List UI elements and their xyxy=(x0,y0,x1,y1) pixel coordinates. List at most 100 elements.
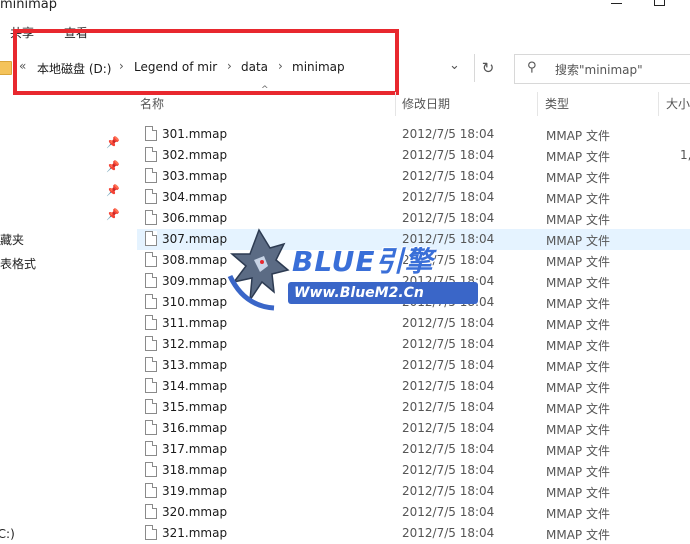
file-type: MMAP 文件 xyxy=(546,507,610,521)
file-row[interactable]: 311.mmap 2012/7/5 18:04 MMAP 文件 xyxy=(137,313,690,334)
file-icon xyxy=(145,294,157,309)
file-row[interactable]: 319.mmap 2012/7/5 18:04 MMAP 文件 xyxy=(137,481,690,502)
file-name: 314.mmap xyxy=(162,379,228,393)
file-type: MMAP 文件 xyxy=(546,129,610,143)
file-type: MMAP 文件 xyxy=(546,255,610,269)
file-date: 2012/7/5 18:04 xyxy=(402,379,495,393)
file-icon xyxy=(145,315,157,330)
file-date: 2012/7/5 18:04 xyxy=(402,484,495,498)
file-icon xyxy=(145,420,157,435)
chevron-down-icon[interactable]: ⌄ xyxy=(449,58,460,73)
file-row[interactable]: 318.mmap 2012/7/5 18:04 MMAP 文件 xyxy=(137,460,690,481)
window-title: minimap xyxy=(0,0,58,12)
file-row[interactable]: 315.mmap 2012/7/5 18:04 MMAP 文件 xyxy=(137,397,690,418)
file-icon xyxy=(145,147,157,162)
column-divider[interactable] xyxy=(658,92,659,116)
column-header-size[interactable]: 大小 xyxy=(666,95,690,112)
pin-icon[interactable]: 📌 xyxy=(106,136,120,149)
file-date: 2012/7/5 18:04 xyxy=(402,358,495,372)
file-date: 2012/7/5 18:04 xyxy=(402,526,495,540)
file-type: MMAP 文件 xyxy=(546,360,610,374)
file-row[interactable]: 313.mmap 2012/7/5 18:04 MMAP 文件 xyxy=(137,355,690,376)
file-date: 2012/7/5 18:04 xyxy=(402,169,495,183)
column-divider[interactable] xyxy=(395,92,396,116)
file-row[interactable]: 321.mmap 2012/7/5 18:04 MMAP 文件 xyxy=(137,523,690,544)
file-type: MMAP 文件 xyxy=(546,297,610,311)
file-name: 320.mmap xyxy=(162,505,228,519)
file-type: MMAP 文件 xyxy=(546,171,610,185)
file-icon xyxy=(145,441,157,456)
file-icon xyxy=(145,357,157,372)
file-icon xyxy=(145,336,157,351)
column-header-type[interactable]: 类型 xyxy=(545,95,569,112)
file-row[interactable]: 320.mmap 2012/7/5 18:04 MMAP 文件 xyxy=(137,502,690,523)
file-name: 304.mmap xyxy=(162,190,228,204)
maximize-icon[interactable] xyxy=(651,0,671,14)
file-name: 319.mmap xyxy=(162,484,228,498)
file-icon xyxy=(145,273,157,288)
file-date: 2012/7/5 18:04 xyxy=(402,127,495,141)
highlight-annotation xyxy=(13,29,399,95)
pin-icon[interactable]: 📌 xyxy=(106,160,120,173)
file-date: 2012/7/5 18:04 xyxy=(402,190,495,204)
file-date: 2012/7/5 18:04 xyxy=(402,211,495,225)
refresh-icon[interactable]: ↻ xyxy=(474,54,501,82)
file-name: 309.mmap xyxy=(162,274,228,288)
file-icon xyxy=(145,210,157,225)
file-row[interactable]: 303.mmap 2012/7/5 18:04 MMAP 文件 xyxy=(137,166,690,187)
file-type: MMAP 文件 xyxy=(546,213,610,227)
column-header-date[interactable]: 修改日期 xyxy=(402,95,450,112)
file-date: 2012/7/5 18:04 xyxy=(402,505,495,519)
watermark-title: BLUE引擎 xyxy=(292,245,434,278)
file-date: 2012/7/5 18:04 xyxy=(402,442,495,456)
file-type: MMAP 文件 xyxy=(546,339,610,353)
file-name: 310.mmap xyxy=(162,295,228,309)
nav-item-drive-c[interactable]: (C:) xyxy=(0,527,15,541)
file-name: 308.mmap xyxy=(162,253,228,267)
file-row[interactable]: 316.mmap 2012/7/5 18:04 MMAP 文件 xyxy=(137,418,690,439)
file-date: 2012/7/5 18:04 xyxy=(402,148,495,162)
file-name: 317.mmap xyxy=(162,442,228,456)
search-icon: ⚲ xyxy=(527,60,537,75)
file-row[interactable]: 314.mmap 2012/7/5 18:04 MMAP 文件 xyxy=(137,376,690,397)
file-date: 2012/7/5 18:04 xyxy=(402,421,495,435)
file-icon xyxy=(145,462,157,477)
search-input[interactable]: ⚲ 搜索"minimap" xyxy=(514,54,690,84)
file-icon xyxy=(145,504,157,519)
file-type: MMAP 文件 xyxy=(546,381,610,395)
file-name: 301.mmap xyxy=(162,127,228,141)
file-name: 303.mmap xyxy=(162,169,228,183)
file-row[interactable]: 312.mmap 2012/7/5 18:04 MMAP 文件 xyxy=(137,334,690,355)
file-icon xyxy=(145,378,157,393)
file-type: MMAP 文件 xyxy=(546,402,610,416)
nav-item-report-format[interactable]: 报表格式 xyxy=(0,255,36,272)
nav-item-favorites[interactable]: 收藏夹 xyxy=(0,231,24,248)
file-name: 306.mmap xyxy=(162,211,228,225)
file-type: MMAP 文件 xyxy=(546,234,610,248)
file-type: MMAP 文件 xyxy=(546,528,610,542)
file-type: MMAP 文件 xyxy=(546,486,610,500)
file-type: MMAP 文件 xyxy=(546,276,610,290)
file-type: MMAP 文件 xyxy=(546,318,610,332)
file-row[interactable]: 301.mmap 2012/7/5 18:04 MMAP 文件 xyxy=(137,124,690,145)
file-name: 313.mmap xyxy=(162,358,228,372)
dragon-logo-icon xyxy=(227,228,290,311)
file-type: MMAP 文件 xyxy=(546,423,610,437)
search-placeholder: 搜索"minimap" xyxy=(555,63,643,77)
file-name: 312.mmap xyxy=(162,337,228,351)
column-divider[interactable] xyxy=(537,92,538,116)
file-row[interactable]: 304.mmap 2012/7/5 18:04 MMAP 文件 xyxy=(137,187,690,208)
file-type: MMAP 文件 xyxy=(546,465,610,479)
file-icon xyxy=(145,126,157,141)
file-icon xyxy=(145,231,157,246)
file-row[interactable]: 302.mmap 2012/7/5 18:04 MMAP 文件 1, xyxy=(137,145,690,166)
watermark: BLUE引擎 Www.BlueM2.Cn xyxy=(224,226,484,316)
pin-icon[interactable]: 📌 xyxy=(106,208,120,221)
file-date: 2012/7/5 18:04 xyxy=(402,463,495,477)
minimize-icon[interactable] xyxy=(608,0,628,14)
file-type: MMAP 文件 xyxy=(546,150,610,164)
column-header-name[interactable]: 名称 xyxy=(140,95,164,112)
pin-icon[interactable]: 📌 xyxy=(106,184,120,197)
file-name: 311.mmap xyxy=(162,316,228,330)
file-row[interactable]: 317.mmap 2012/7/5 18:04 MMAP 文件 xyxy=(137,439,690,460)
